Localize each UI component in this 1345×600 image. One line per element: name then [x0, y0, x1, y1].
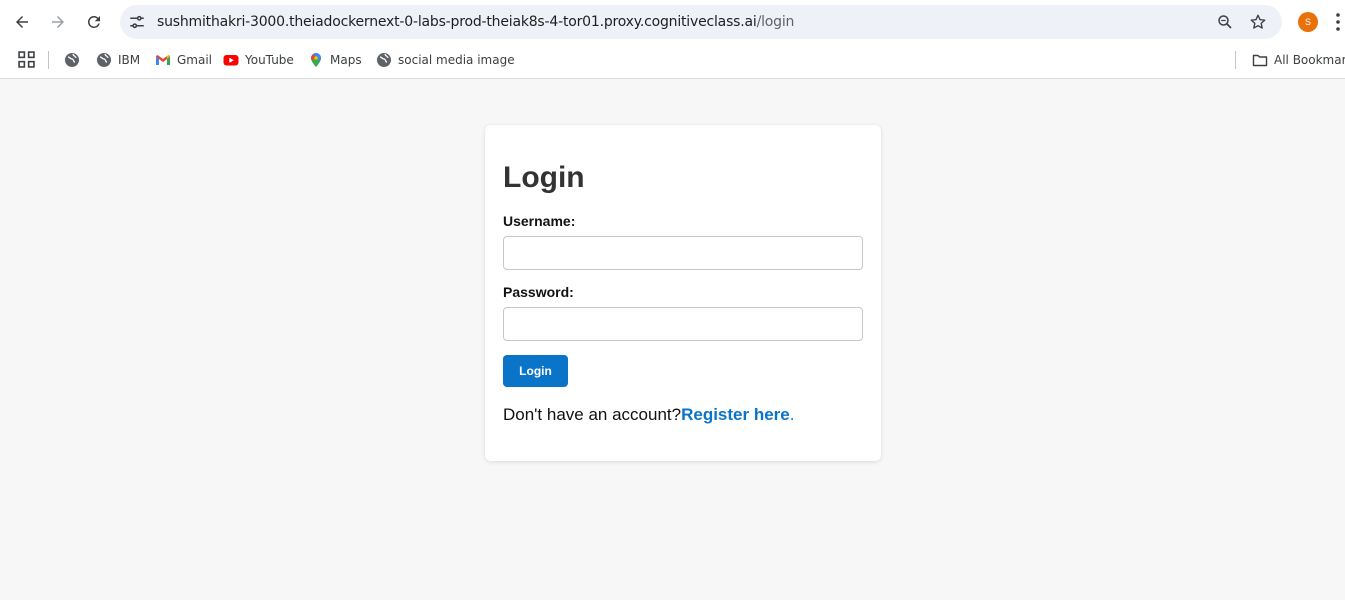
url-host: sushmithakri-3000.theiadockernext-0-labs… [157, 14, 757, 30]
site-settings-icon[interactable] [128, 13, 146, 31]
arrow-left-icon [16, 16, 28, 28]
register-prompt: Don't have an account?Register here. [503, 405, 795, 425]
page-title: Login [503, 161, 585, 194]
bookmark-gmail[interactable]: Gmail [155, 50, 212, 70]
back-button[interactable] [9, 9, 35, 35]
arrow-right-icon [52, 16, 64, 28]
profile-avatar[interactable]: S [1298, 12, 1318, 32]
username-label: Username: [503, 213, 576, 229]
bookmark-label: social media image [398, 53, 515, 67]
register-suffix: . [789, 405, 795, 424]
password-input[interactable] [503, 307, 863, 341]
bookmark-label: Gmail [177, 53, 213, 67]
username-input[interactable] [503, 236, 863, 270]
folder-icon [1252, 54, 1268, 67]
url-text[interactable]: sushmithakri-3000.theiadockernext-0-labs… [157, 14, 794, 30]
bookmark-youtube[interactable]: YouTube [223, 50, 294, 70]
bookmark-blank[interactable] [64, 50, 80, 70]
reload-button[interactable] [81, 9, 107, 35]
all-bookmarks-button[interactable]: All Bookmarks [1252, 50, 1345, 70]
forward-button[interactable] [45, 9, 71, 35]
register-link[interactable]: Register here [681, 405, 790, 424]
login-button[interactable]: Login [503, 355, 568, 387]
globe-icon [97, 53, 111, 67]
youtube-icon [223, 55, 239, 66]
bookmarks-bar: IBM Gmail YouTube Maps social media imag… [0, 42, 1345, 79]
more-menu-icon[interactable] [1334, 12, 1342, 32]
bookmark-social-media-image[interactable]: social media image [376, 50, 515, 70]
address-bar[interactable]: sushmithakri-3000.theiadockernext-0-labs… [120, 5, 1282, 39]
password-label: Password: [503, 284, 574, 300]
star-icon[interactable] [1249, 13, 1267, 31]
apps-grid-icon[interactable] [18, 51, 35, 68]
bookmark-ibm[interactable]: IBM [96, 50, 140, 70]
gmail-icon [156, 55, 170, 65]
bookmark-label: Maps [330, 53, 362, 67]
browser-toolbar: sushmithakri-3000.theiadockernext-0-labs… [0, 0, 1345, 42]
zoom-icon[interactable] [1216, 13, 1234, 31]
register-prompt-text: Don't have an account? [503, 405, 682, 424]
reload-icon [87, 15, 100, 28]
url-path: /login [756, 14, 795, 30]
bookmark-maps[interactable]: Maps [308, 50, 362, 70]
maps-icon [311, 53, 321, 67]
bookmark-label: YouTube [245, 53, 294, 67]
globe-icon [377, 53, 391, 67]
bookmark-label: IBM [118, 53, 141, 67]
globe-icon [65, 53, 79, 67]
bookmarks-divider [1235, 51, 1236, 69]
all-bookmarks-label: All Bookmarks [1274, 53, 1345, 67]
bookmarks-divider [48, 51, 49, 69]
login-card: Login Username: Password: Login Don't ha… [485, 125, 881, 461]
